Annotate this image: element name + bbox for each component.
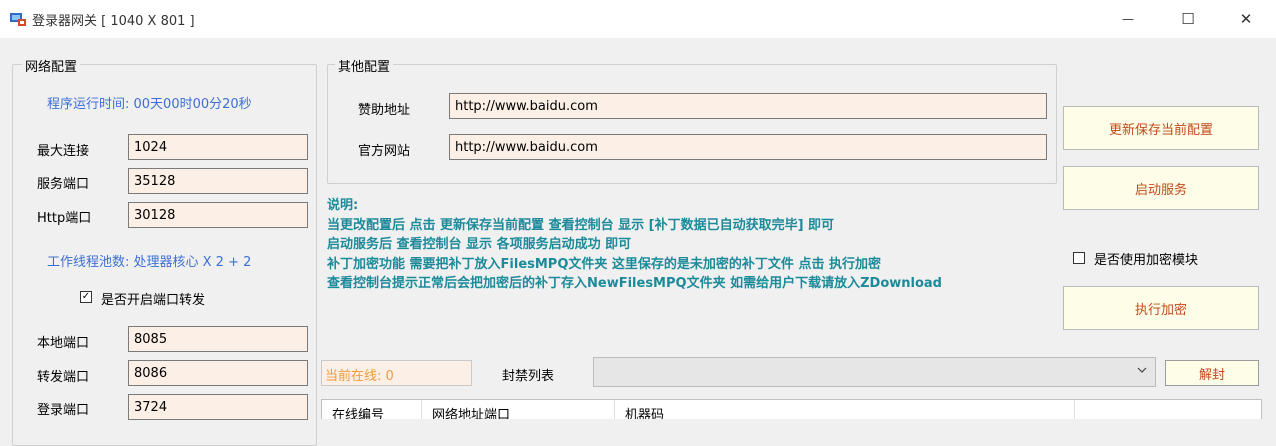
ban-list-select[interactable] xyxy=(593,357,1156,387)
instruction-line: 补丁加密功能 需要把补丁放入FilesMPQ文件夹 这里保存的是未加密的补丁文件… xyxy=(327,256,881,272)
sponsor-url-label: 赞助地址 xyxy=(358,103,411,118)
column-header[interactable]: 网络地址端口 xyxy=(422,400,615,419)
http-port-input[interactable] xyxy=(128,202,308,228)
max-connections-label: 最大连接 xyxy=(37,144,90,159)
official-site-label: 官方网站 xyxy=(358,144,411,159)
forward-port-label: 转发端口 xyxy=(37,370,90,385)
maximize-icon: ☐ xyxy=(1181,10,1195,28)
encrypt-button[interactable]: 执行加密 xyxy=(1063,286,1259,330)
title-bar: 登录器网关 [ 1040 X 801 ] — ☐ ✕ xyxy=(0,0,1276,38)
use-encrypt-label: 是否使用加密模块 xyxy=(1094,253,1199,268)
window-title: 登录器网关 [ 1040 X 801 ] xyxy=(32,14,195,29)
minimize-icon: — xyxy=(1122,12,1134,26)
local-port-input[interactable] xyxy=(128,326,308,352)
close-button[interactable]: ✕ xyxy=(1222,0,1270,38)
online-table: 在线编号 网络地址端口 机器码 xyxy=(321,399,1262,419)
close-icon: ✕ xyxy=(1239,10,1253,28)
port-forward-checkbox[interactable]: ✓ xyxy=(80,291,92,303)
service-port-input[interactable] xyxy=(128,168,308,194)
instructions-title: 说明: xyxy=(327,198,359,213)
sponsor-url-input[interactable] xyxy=(449,93,1047,119)
instruction-line: 启动服务后 查看控制台 显示 各项服务启动成功 即可 xyxy=(327,237,632,253)
start-service-button[interactable]: 启动服务 xyxy=(1063,166,1259,210)
login-port-label: 登录端口 xyxy=(37,403,90,418)
instructions: 说明: 当更改配置后 点击 更新保存当前配置 查看控制台 显示 [补丁数据已自动… xyxy=(327,196,942,294)
service-port-label: 服务端口 xyxy=(37,177,90,192)
thread-pool-label: 工作线程池数: 处理器核心 X 2 + 2 xyxy=(47,255,252,270)
instruction-line: 当更改配置后 点击 更新保存当前配置 查看控制台 显示 [补丁数据已自动获取完毕… xyxy=(327,217,835,233)
login-port-input[interactable] xyxy=(128,394,308,420)
max-connections-input[interactable] xyxy=(128,134,308,160)
online-count: 当前在线: 0 xyxy=(321,360,472,386)
chevron-down-icon xyxy=(1137,364,1147,378)
save-config-button[interactable]: 更新保存当前配置 xyxy=(1063,106,1259,150)
local-port-label: 本地端口 xyxy=(37,336,90,351)
network-config-title: 网络配置 xyxy=(22,56,81,75)
port-forward-label: 是否开启端口转发 xyxy=(101,293,206,308)
use-encrypt-checkbox[interactable] xyxy=(1073,252,1085,264)
other-config-group xyxy=(327,64,1057,184)
app-icon xyxy=(9,11,27,27)
runtime-label: 程序运行时间: 00天00时00分20秒 xyxy=(47,97,252,112)
http-port-label: Http端口 xyxy=(37,211,92,226)
forward-port-input[interactable] xyxy=(128,360,308,386)
unban-button[interactable]: 解封 xyxy=(1165,360,1259,386)
column-header[interactable]: 在线编号 xyxy=(322,400,422,419)
maximize-button[interactable]: ☐ xyxy=(1164,0,1212,38)
column-header[interactable]: 机器码 xyxy=(615,400,1075,419)
other-config-title: 其他配置 xyxy=(335,56,394,75)
ban-list-label: 封禁列表 xyxy=(502,369,555,384)
minimize-button[interactable]: — xyxy=(1104,0,1152,38)
instruction-line: 查看控制台提示正常后会把加密后的补丁存入NewFilesMPQ文件夹 如需给用户… xyxy=(327,276,942,292)
official-site-input[interactable] xyxy=(449,134,1047,160)
